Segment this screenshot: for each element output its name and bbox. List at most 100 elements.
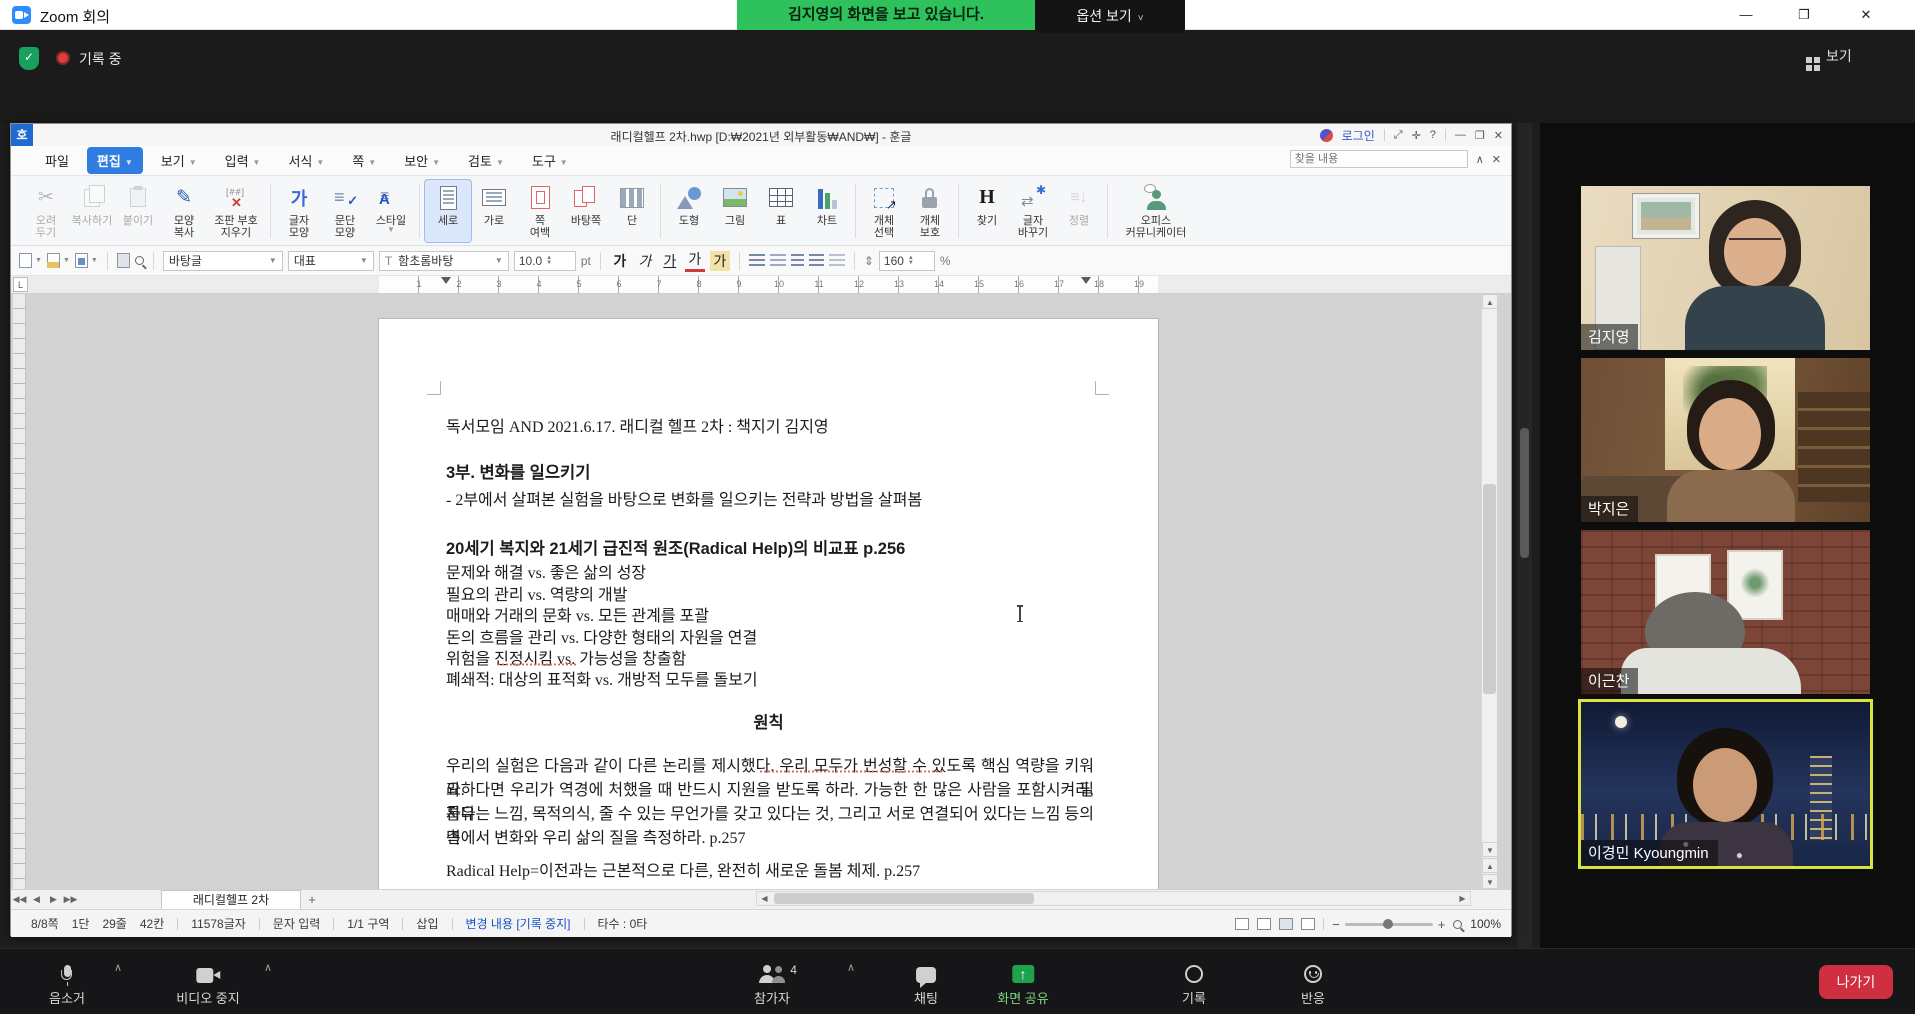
zoom-level[interactable]: 100% — [1470, 917, 1501, 931]
leave-meeting-button[interactable]: 나가기 — [1819, 965, 1893, 999]
line-spacing-stepper[interactable]: 160▲▼ — [879, 251, 935, 271]
menu-file[interactable]: 파일 — [35, 147, 79, 174]
page-margin-button[interactable]: 쪽 여백 — [517, 180, 563, 242]
vertical-ruler[interactable] — [13, 294, 26, 889]
italic-button[interactable]: 가 — [635, 251, 655, 271]
last-tab-button[interactable]: ▶▶ — [62, 894, 79, 905]
shapes-button[interactable]: 도형 — [666, 180, 712, 242]
scroll-up-button[interactable]: ▲ — [1482, 294, 1498, 309]
menu-edit[interactable]: 편집▼ — [87, 147, 143, 174]
align-left-button[interactable] — [770, 254, 786, 267]
master-page-button[interactable]: 바탕쪽 — [563, 180, 609, 242]
highlight-button[interactable]: 가 — [710, 251, 730, 271]
menu-input[interactable]: 입력▼ — [215, 147, 271, 174]
next-page-button[interactable]: ▼ — [1482, 874, 1498, 889]
first-tab-button[interactable]: ◀◀ — [11, 894, 28, 905]
participant-video-active-speaker[interactable]: 이경민 Kyoungmin — [1581, 702, 1870, 866]
sort-button[interactable]: ≡↓정렬 — [1056, 180, 1102, 242]
search-prev-icon[interactable]: ∧ — [1476, 153, 1484, 166]
document-page[interactable]: 독서모임 AND 2021.6.17. 래디컬 헬프 2차 : 책지기 김지영 … — [379, 319, 1158, 889]
document-tab[interactable]: 래디컬헬프 2차 — [161, 890, 301, 909]
participants-options-chevron[interactable]: ∧ — [847, 961, 855, 974]
view-layout-button[interactable]: 보기 — [1806, 46, 1852, 70]
menu-security[interactable]: 보안▼ — [394, 147, 450, 174]
print-icon[interactable] — [117, 253, 130, 268]
video-options-chevron[interactable]: ∧ — [264, 961, 272, 974]
view-options-button[interactable]: 옵션 보기˅ — [1035, 0, 1185, 33]
cut-button[interactable]: ✂오려 두기 — [23, 180, 69, 242]
status-insert-mode[interactable]: 삽입 — [416, 915, 438, 932]
bold-button[interactable]: 가 — [610, 251, 630, 271]
zoom-slider[interactable]: − + — [1332, 917, 1445, 932]
right-margin-marker[interactable] — [1081, 277, 1091, 284]
status-track-changes[interactable]: 변경 내용 [기록 중지] — [466, 915, 571, 932]
hwp-close-button[interactable]: ✕ — [1494, 129, 1503, 142]
participant-video[interactable]: 이근찬 — [1581, 530, 1870, 694]
prev-page-button[interactable]: ▲ — [1482, 858, 1498, 873]
share-screen-button[interactable]: 화면 공유 — [997, 957, 1048, 1007]
underline-button[interactable]: 가 — [660, 251, 680, 271]
hwp-restore-button[interactable]: ❐ — [1475, 129, 1485, 142]
zoom-lens-icon[interactable] — [1453, 920, 1462, 929]
object-protect-button[interactable]: 개체 보호 — [907, 180, 953, 242]
zoom-slider-knob[interactable] — [1383, 919, 1393, 929]
align-right-button[interactable] — [809, 254, 824, 267]
help-icon[interactable]: ? — [1430, 129, 1436, 141]
document-scrollbar-horizontal[interactable]: ◀ ▶ — [756, 891, 1471, 906]
para-shape-button[interactable]: ≡✓문단 모양 — [322, 180, 368, 242]
menu-view[interactable]: 보기▼ — [151, 147, 207, 174]
landscape-button[interactable]: 가로 — [471, 180, 517, 242]
font-color-button[interactable]: 가 — [685, 249, 705, 272]
scroll-down-button[interactable]: ▼ — [1482, 842, 1498, 857]
next-tab-button[interactable]: ▶ — [45, 894, 62, 905]
menu-page[interactable]: 쪽▼ — [342, 147, 386, 174]
copy-format-button[interactable]: ✎모양 복사 — [161, 180, 207, 242]
font-size-stepper[interactable]: 10.0▲▼ — [514, 251, 576, 271]
view-mode-icon[interactable] — [1235, 918, 1249, 930]
columns-button[interactable]: 단 — [609, 180, 655, 242]
paragraph-style-select[interactable]: 바탕글▼ — [163, 251, 283, 271]
object-select-button[interactable]: 개체 선택 — [861, 180, 907, 242]
participant-video[interactable]: 박지은 — [1581, 358, 1870, 522]
menu-review[interactable]: 검토▼ — [458, 147, 514, 174]
preview-icon[interactable] — [135, 256, 144, 265]
chat-button[interactable]: 채팅 — [914, 957, 938, 1007]
close-button[interactable]: ✕ — [1843, 0, 1889, 30]
restore-button[interactable]: ❐ — [1781, 0, 1827, 30]
save-icon[interactable] — [75, 253, 88, 268]
picture-button[interactable]: 그림 — [712, 180, 758, 242]
new-tab-button[interactable]: + — [301, 892, 323, 907]
login-button[interactable]: 로그인 — [1342, 127, 1375, 144]
portrait-button[interactable]: 세로 — [425, 180, 471, 242]
align-justify-button[interactable] — [749, 254, 765, 267]
window-size-icon[interactable]: ✛ — [1412, 129, 1421, 142]
hwp-minimize-button[interactable]: — — [1455, 129, 1466, 141]
share-view-scrollbar[interactable] — [1517, 123, 1532, 948]
chart-button[interactable]: 차트 — [804, 180, 850, 242]
tab-type-selector[interactable]: L — [13, 277, 28, 292]
fullscreen-icon[interactable]: ⤢ — [1394, 129, 1403, 142]
record-button[interactable]: 기록 — [1182, 957, 1206, 1007]
char-shape-button[interactable]: 가글자 모양 — [276, 180, 322, 242]
view-mode-icon[interactable] — [1257, 918, 1271, 930]
mute-options-chevron[interactable]: ∧ — [114, 961, 122, 974]
mute-button[interactable]: 음소거 — [49, 957, 85, 1007]
stop-video-button[interactable]: 비디오 중지 — [176, 957, 239, 1007]
align-center-button[interactable] — [791, 254, 804, 267]
style-set-select[interactable]: 대표▼ — [288, 251, 374, 271]
minimize-button[interactable]: — — [1723, 0, 1769, 30]
paste-button[interactable]: 붙이기 — [115, 180, 161, 242]
participants-button[interactable]: 4 참가자 — [754, 957, 790, 1007]
view-mode-icon[interactable] — [1301, 918, 1315, 930]
new-document-icon[interactable] — [19, 253, 32, 268]
prev-tab-button[interactable]: ◀ — [28, 894, 45, 905]
security-shield-icon[interactable] — [19, 47, 39, 70]
scrollbar-thumb[interactable] — [774, 893, 1034, 904]
style-button[interactable]: ≡A스타일▼ — [368, 180, 414, 242]
view-mode-icon[interactable] — [1279, 918, 1293, 930]
status-input-mode[interactable]: 문자 입력 — [273, 915, 321, 932]
left-margin-marker[interactable] — [441, 277, 451, 284]
document-scrollbar-vertical[interactable]: ▲ ▼ ▲ ▼ — [1481, 294, 1497, 889]
scrollbar-thumb[interactable] — [1483, 484, 1496, 694]
replace-button[interactable]: ⇄✱글자 바꾸기 — [1010, 180, 1056, 242]
